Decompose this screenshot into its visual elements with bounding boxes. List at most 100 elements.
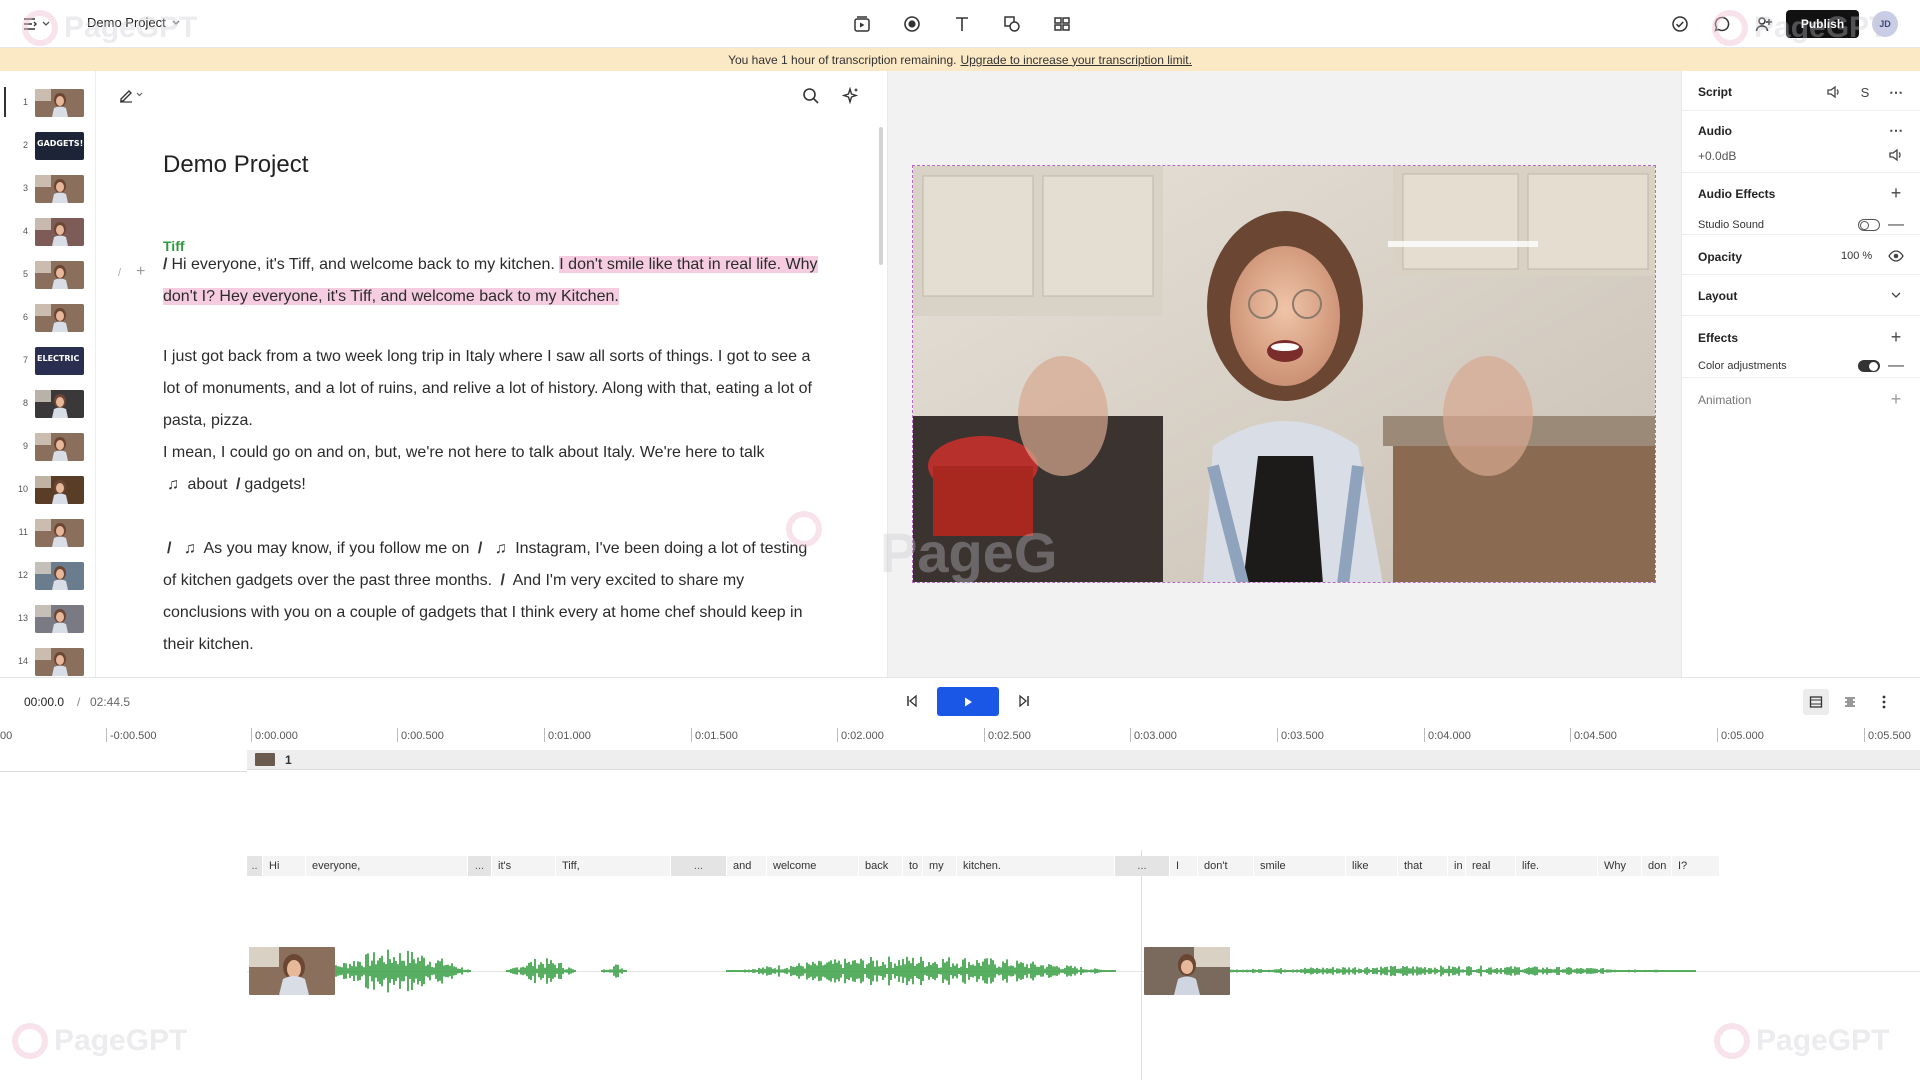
shapes-icon[interactable]	[1000, 12, 1024, 36]
scene-item-4[interactable]: 4	[0, 214, 95, 252]
audio-waveform[interactable]	[247, 935, 1717, 1007]
scene-item-2[interactable]: 2 GADGETS!	[0, 128, 95, 166]
music-note-icon[interactable]: ♫	[184, 540, 196, 557]
word-segment[interactable]: back	[859, 856, 903, 876]
word-segment[interactable]: Hi	[263, 856, 306, 876]
studio-sound-toggle[interactable]	[1858, 219, 1880, 231]
word-segment[interactable]: don't	[1198, 856, 1254, 876]
word-segment[interactable]: in	[1448, 856, 1466, 876]
eye-icon[interactable]	[1887, 247, 1905, 265]
scene-marker[interactable]: /	[478, 540, 482, 557]
pause-segment[interactable]: ...	[468, 856, 492, 876]
word-segment[interactable]: it's	[492, 856, 556, 876]
skip-forward-button[interactable]	[1014, 691, 1034, 711]
scene-thumbnail: ELECTRIC	[35, 347, 84, 375]
word-segment[interactable]: I	[1170, 856, 1198, 876]
paragraph-2[interactable]: I just got back from a two week long tri…	[163, 341, 823, 437]
word-segment[interactable]: I?	[1672, 856, 1720, 876]
clip-view-icon[interactable]	[1803, 689, 1829, 715]
grid-icon[interactable]	[1050, 12, 1074, 36]
scene-item-1[interactable]: 1	[0, 85, 95, 123]
scene-marker[interactable]: /	[167, 540, 171, 557]
scene-marker[interactable]: /	[501, 572, 505, 589]
remove-icon[interactable]: —	[1887, 357, 1905, 375]
check-circle-icon[interactable]	[1668, 12, 1692, 36]
clip-thumbnail[interactable]	[1144, 947, 1230, 995]
clip-thumbnail[interactable]	[249, 947, 335, 995]
speaker-volume-icon[interactable]	[1825, 83, 1843, 101]
play-button[interactable]	[937, 687, 999, 716]
paragraph-1[interactable]: / Hi everyone, it's Tiff, and welcome bac…	[163, 249, 823, 313]
music-note-icon[interactable]: ♫	[167, 476, 179, 493]
watermark-logo	[786, 511, 822, 547]
upgrade-link[interactable]: Upgrade to increase your transcription l…	[960, 53, 1191, 67]
color-adjustments-toggle[interactable]	[1858, 360, 1880, 372]
word-segment[interactable]: like	[1346, 856, 1398, 876]
document-title: Demo Project	[163, 151, 309, 178]
more-vertical-icon[interactable]	[1871, 689, 1897, 715]
music-note-icon[interactable]: ♫	[495, 540, 507, 557]
pause-segment[interactable]: ..	[247, 856, 263, 876]
word-segment[interactable]: life.	[1516, 856, 1598, 876]
scene-item-9[interactable]: 9	[0, 429, 95, 467]
scene-thumbnail	[35, 175, 84, 203]
add-icon[interactable]: +	[1887, 327, 1905, 347]
scene-item-8[interactable]: 8	[0, 386, 95, 424]
scene-number: 14	[17, 656, 28, 666]
scene-item-13[interactable]: 13	[0, 601, 95, 639]
skip-back-button[interactable]	[902, 691, 922, 711]
word-segment[interactable]: real	[1466, 856, 1516, 876]
edit-mode-icon[interactable]	[118, 87, 144, 103]
add-icon[interactable]: +	[1887, 389, 1905, 409]
record-scene-icon[interactable]	[850, 12, 874, 36]
word-segment[interactable]: Tiff,	[556, 856, 671, 876]
pause-segment[interactable]: ...	[1115, 856, 1170, 876]
scene-marker[interactable]: /	[163, 256, 167, 273]
scene-item-10[interactable]: 10	[0, 472, 95, 510]
time-ruler[interactable]: 00 -0:00.500 0:00.000 0:00.500 0:01.000 0:01.…	[0, 725, 1920, 745]
ruler-tick: 0:05.500	[1864, 728, 1911, 742]
editor-scrollbar[interactable]	[879, 127, 883, 265]
more-options-icon[interactable]: ⋯	[1887, 83, 1905, 101]
paragraph-4[interactable]: / ♫ As you may know, if you follow me on…	[163, 533, 823, 661]
scene-item-14[interactable]: 14	[0, 644, 95, 677]
dollar-icon[interactable]: S	[1856, 83, 1874, 101]
opacity-value[interactable]: 100 %	[1841, 250, 1872, 262]
more-options-icon[interactable]: ⋯	[1887, 121, 1905, 139]
paragraph-handle[interactable]: /	[118, 267, 121, 279]
word-segment[interactable]: kitchen.	[957, 856, 1115, 876]
scene-item-6[interactable]: 6	[0, 300, 95, 338]
word-segment[interactable]: and	[727, 856, 767, 876]
list-view-icon[interactable]	[1837, 689, 1863, 715]
scene-track[interactable]: 1	[247, 750, 1920, 770]
text-icon[interactable]	[950, 12, 974, 36]
word-segment[interactable]: welcome	[767, 856, 859, 876]
scene-item-5[interactable]: 5	[0, 257, 95, 295]
scene-item-12[interactable]: 12	[0, 558, 95, 596]
audio-gain-value[interactable]: +0.0dB	[1698, 149, 1736, 163]
word-segment[interactable]: everyone,	[306, 856, 468, 876]
word-segment[interactable]: my	[923, 856, 957, 876]
remove-icon[interactable]: —	[1887, 216, 1905, 234]
word-segment[interactable]: don	[1642, 856, 1672, 876]
word-segment[interactable]: smile	[1254, 856, 1346, 876]
add-paragraph-button[interactable]: +	[136, 263, 145, 281]
top-bar: Demo Project Publish JD	[0, 0, 1920, 48]
word-segment[interactable]: Why	[1598, 856, 1642, 876]
ai-sparkle-icon[interactable]	[842, 87, 860, 105]
layout-row[interactable]: Layout	[1682, 275, 1920, 316]
word-segment[interactable]: to	[903, 856, 923, 876]
scene-item-3[interactable]: 3	[0, 171, 95, 209]
word-segment[interactable]: that	[1398, 856, 1448, 876]
scene-item-7[interactable]: 7 ELECTRIC	[0, 343, 95, 381]
paragraph-3[interactable]: I mean, I could go on and on, but, we're…	[163, 437, 823, 501]
chevron-down-icon[interactable]	[1887, 286, 1905, 304]
volume-icon[interactable]	[1887, 146, 1905, 164]
search-icon[interactable]	[802, 87, 820, 105]
add-icon[interactable]: +	[1887, 183, 1905, 203]
record-icon[interactable]	[900, 12, 924, 36]
scene-number: 1	[22, 97, 28, 107]
scene-marker[interactable]: /	[236, 476, 240, 493]
scene-item-11[interactable]: 11	[0, 515, 95, 553]
pause-segment[interactable]: ...	[671, 856, 727, 876]
